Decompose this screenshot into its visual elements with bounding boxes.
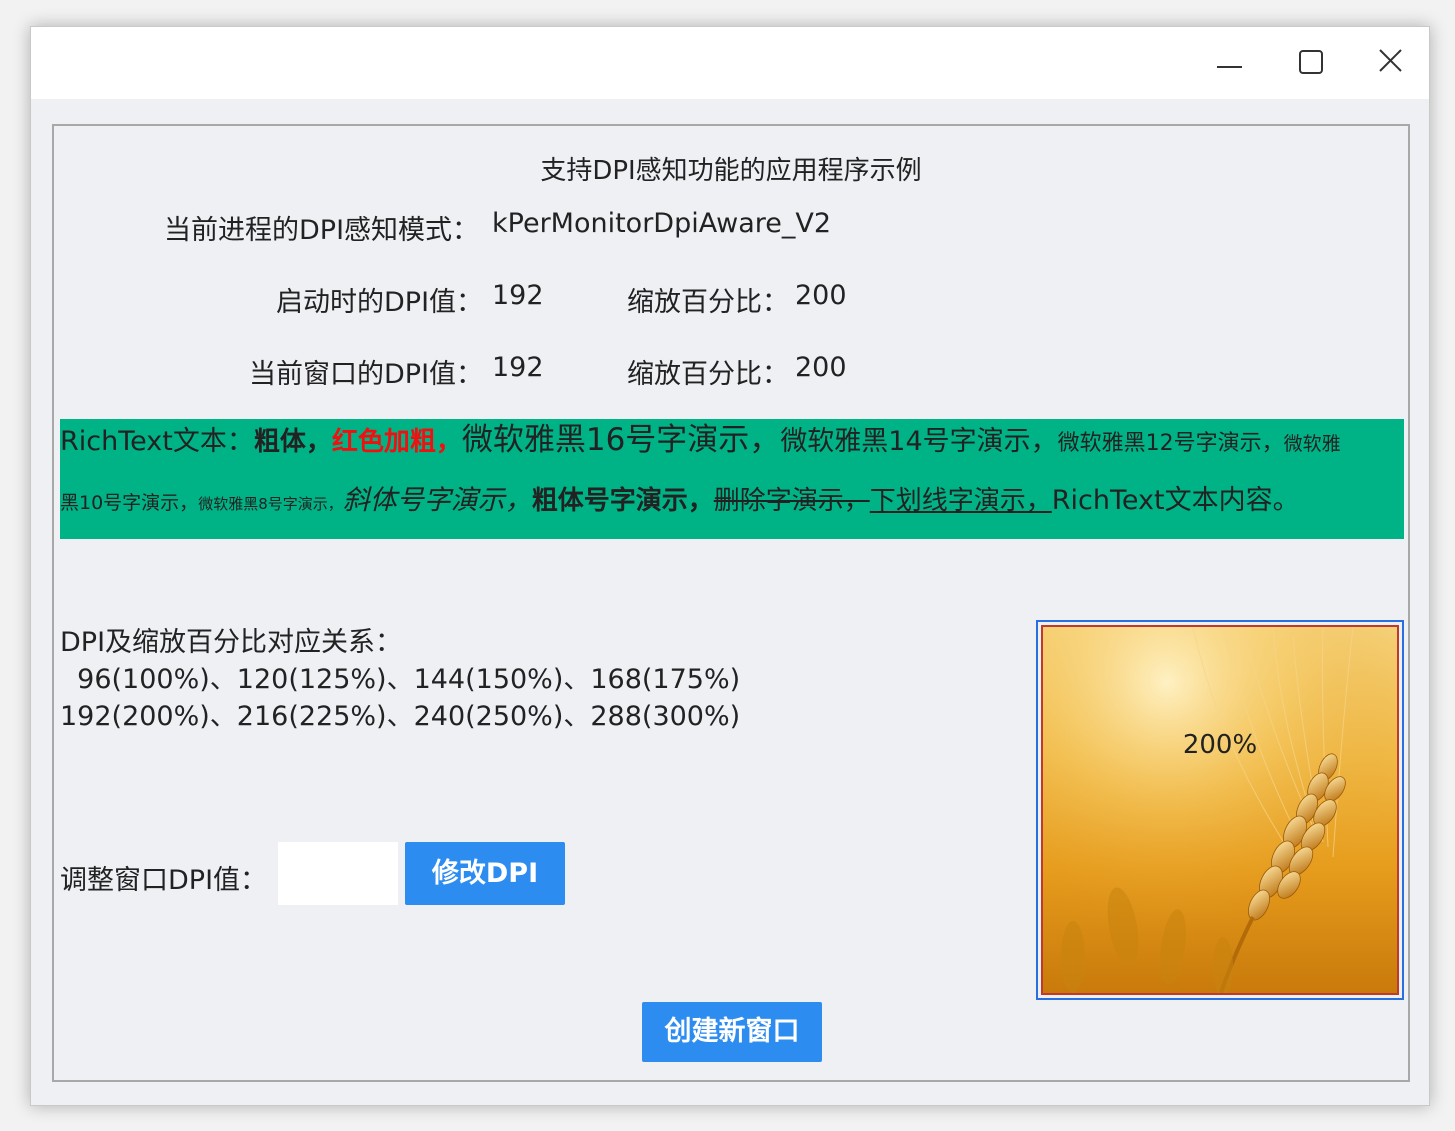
scale-percent-label: 200%	[1182, 730, 1258, 760]
awareness-label: 当前进程的DPI感知模式：	[164, 215, 480, 246]
awareness-value: kPerMonitorDpiAware_V2	[492, 208, 832, 239]
richtext-yahei16: 微软雅黑16号字演示，	[461, 422, 781, 458]
richtext-yahei12: 微软雅黑12号字演示，	[1057, 431, 1284, 456]
richtext-yahei14: 微软雅黑14号字演示，	[780, 426, 1058, 457]
app-window: 支持DPI感知功能的应用程序示例 当前进程的DPI感知模式： kPerMonit…	[30, 26, 1430, 1106]
richtext-bold-2: 粗体号字演示，	[531, 486, 714, 516]
richtext-italic: 斜体号字演示，	[342, 485, 532, 516]
wheat-illustration	[1043, 627, 1397, 993]
maximize-icon	[1299, 50, 1323, 74]
main-panel: 支持DPI感知功能的应用程序示例 当前进程的DPI感知模式： kPerMonit…	[52, 124, 1410, 1082]
richtext-line: 黑10号字演示，微软雅黑8号字演示，斜体号字演示，粗体号字演示，删除字演示，下划…	[60, 487, 1300, 514]
maximize-button[interactable]	[1279, 39, 1341, 85]
richtext-bold: 粗体，	[253, 427, 332, 457]
startup-dpi-value: 192	[492, 280, 544, 311]
dpi-mapping: DPI及缩放百分比对应关系： 96(100%)、120(125%)、144(15…	[60, 624, 740, 735]
richtext-yahei8: 微软雅黑8号字演示，	[198, 495, 343, 513]
close-button[interactable]	[1359, 39, 1421, 85]
minimize-button[interactable]	[1196, 39, 1258, 85]
current-scale-label: 缩放百分比：	[627, 359, 789, 390]
mapping-title: DPI及缩放百分比对应关系：	[60, 627, 403, 658]
richtext-ending: RichText文本内容。	[1051, 485, 1300, 516]
current-dpi-label: 当前窗口的DPI值：	[249, 359, 484, 390]
richtext-underline: 下划线字演示，	[869, 486, 1052, 516]
wheat-image: 200%	[1041, 625, 1399, 995]
title-bar[interactable]	[31, 27, 1429, 99]
dpi-input[interactable]	[278, 842, 398, 905]
startup-scale-label: 缩放百分比：	[627, 287, 789, 318]
richtext-intro: RichText文本：	[60, 426, 254, 457]
adjust-dpi-label: 调整窗口DPI值：	[60, 865, 268, 896]
startup-scale-value: 200	[795, 280, 847, 311]
current-dpi-value: 192	[492, 352, 544, 383]
richtext-strike: 删除字演示，	[713, 486, 870, 516]
richtext-yahei10-end: 黑10号字演示，	[60, 492, 199, 514]
modify-dpi-button[interactable]: 修改DPI	[405, 842, 565, 905]
mapping-line-2: 192(200%)、216(225%)、240(250%)、288(300%)	[60, 701, 741, 732]
minimize-icon	[1217, 66, 1242, 68]
image-frame: 200%	[1036, 620, 1404, 1000]
page-title: 支持DPI感知功能的应用程序示例	[540, 156, 922, 186]
create-window-button[interactable]: 创建新窗口	[642, 1002, 822, 1062]
close-icon	[1379, 49, 1402, 72]
richtext-yahei10-start: 微软雅	[1283, 433, 1341, 455]
richtext-box: RichText文本：粗体，红色加粗，微软雅黑16号字演示，微软雅黑14号字演示…	[60, 419, 1404, 539]
startup-dpi-label: 启动时的DPI值：	[276, 287, 484, 318]
richtext-line: RichText文本：粗体，红色加粗，微软雅黑16号字演示，微软雅黑14号字演示…	[60, 425, 1341, 456]
mapping-line-1: 96(100%)、120(125%)、144(150%)、168(175%)	[60, 664, 741, 695]
richtext-red-bold: 红色加粗，	[331, 427, 462, 457]
current-scale-value: 200	[795, 352, 847, 383]
